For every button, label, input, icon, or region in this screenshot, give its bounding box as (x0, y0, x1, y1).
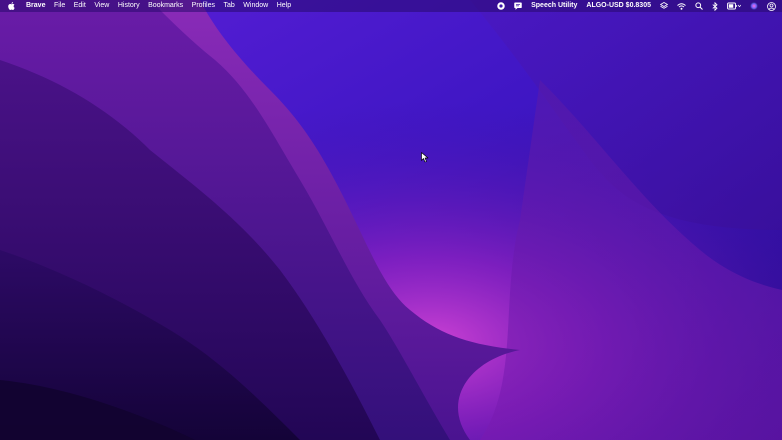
menu-app-name[interactable]: Brave (26, 0, 45, 12)
mouse-pointer-icon (421, 152, 429, 163)
search-icon[interactable] (695, 2, 703, 10)
speech-utility-status[interactable]: Speech Utility (531, 0, 577, 12)
menu-history[interactable]: History (118, 0, 140, 12)
wifi-icon[interactable] (677, 2, 686, 10)
apple-icon[interactable] (8, 2, 15, 10)
bluetooth-icon[interactable] (712, 1, 718, 11)
crypto-ticker[interactable]: ALGO-USD $0.8305 (586, 0, 651, 12)
wallpaper (0, 0, 782, 440)
menu-file[interactable]: File (54, 0, 65, 12)
speech-bubble-icon[interactable] (514, 2, 522, 10)
menu-view[interactable]: View (94, 0, 109, 12)
menu-bar-left: Brave File Edit View History Bookmarks P… (8, 0, 300, 12)
menu-bar-right: Speech Utility ALGO-USD $0.8305 (488, 0, 776, 12)
layers-icon[interactable] (660, 2, 668, 10)
user-icon[interactable] (767, 1, 776, 11)
menu-help[interactable]: Help (277, 0, 291, 12)
menu-profiles[interactable]: Profiles (192, 0, 215, 12)
desktop[interactable]: Brave File Edit View History Bookmarks P… (0, 0, 782, 440)
siri-icon[interactable] (750, 2, 758, 10)
menu-tab[interactable]: Tab (224, 0, 235, 12)
menu-bookmarks[interactable]: Bookmarks (148, 0, 183, 12)
menu-edit[interactable]: Edit (74, 0, 86, 12)
record-icon[interactable] (497, 2, 505, 10)
menu-window[interactable]: Window (243, 0, 268, 12)
control-center-icon[interactable] (727, 2, 741, 10)
menu-bar: Brave File Edit View History Bookmarks P… (0, 0, 782, 12)
